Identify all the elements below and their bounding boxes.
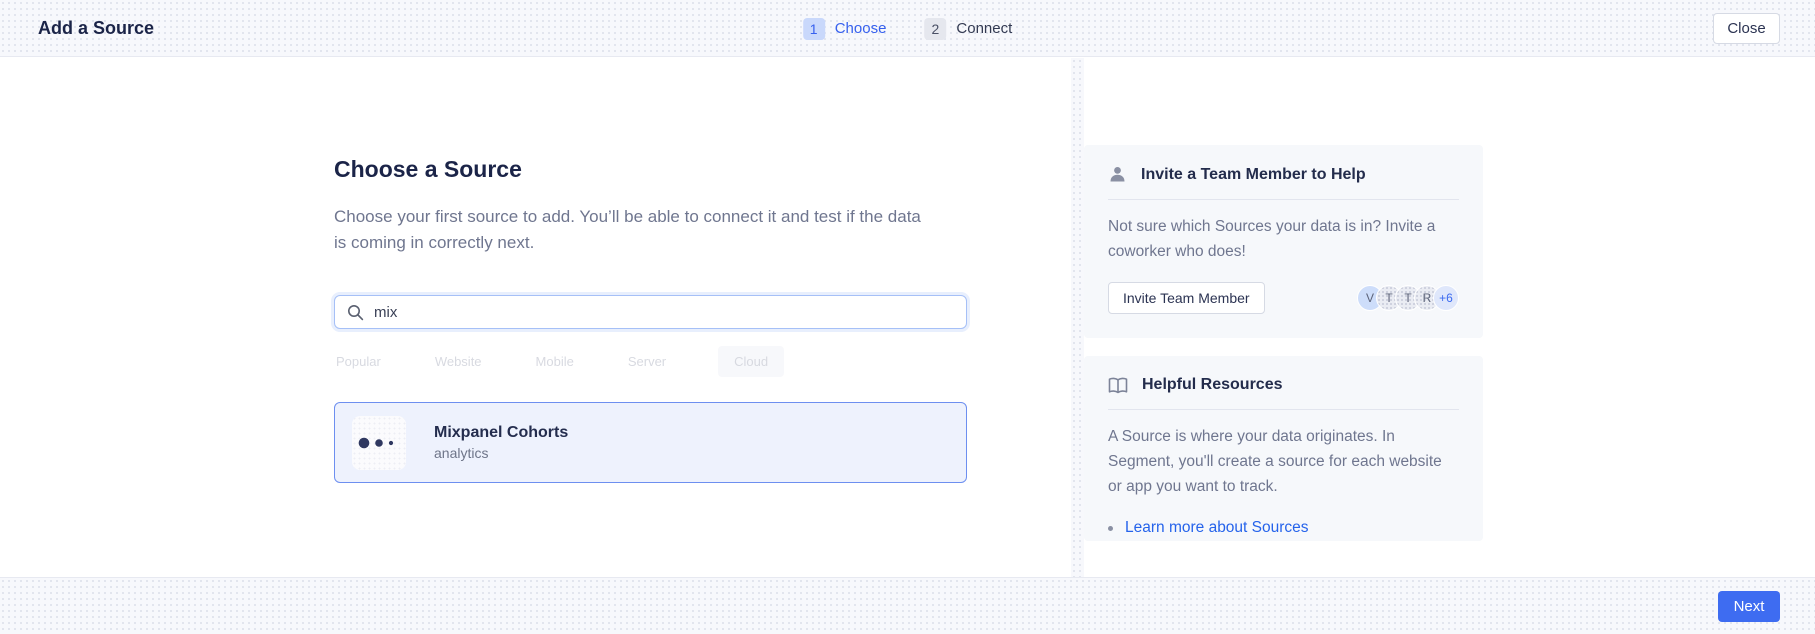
invite-card-body: Not sure which Sources your data is in? … [1108,215,1448,265]
tab-mobile[interactable]: Mobile [534,346,576,377]
header-bar: Add a Source 1 Choose 2 Connect Close [0,0,1815,57]
close-button[interactable]: Close [1713,13,1780,44]
tab-website[interactable]: Website [433,346,484,377]
source-search[interactable] [334,295,967,329]
main-content: Choose a Source Choose your first source… [0,58,1815,577]
result-text: Mixpanel Cohorts analytics [434,424,568,461]
tab-server[interactable]: Server [626,346,668,377]
learn-more-sources-link[interactable]: Learn more about Sources [1125,519,1309,537]
category-tabs: Popular Website Mobile Server Cloud [334,346,784,377]
step-connect[interactable]: 2 Connect [924,18,1012,40]
invite-card-title: Invite a Team Member to Help [1141,166,1366,184]
team-avatar-stack: V T T R +6 [1357,285,1459,311]
invite-team-member-button[interactable]: Invite Team Member [1108,282,1265,314]
section-description: Choose your first source to add. You’ll … [334,204,934,257]
invite-team-card: Invite a Team Member to Help Not sure wh… [1084,145,1483,338]
step-number-badge: 2 [924,18,946,40]
content-sidebar-divider [1071,58,1084,577]
invite-actions-row: Invite Team Member V T T R +6 [1108,282,1459,314]
page-title: Add a Source [38,0,154,57]
source-result-mixpanel-cohorts[interactable]: Mixpanel Cohorts analytics [334,402,967,483]
step-choose[interactable]: 1 Choose [803,18,887,40]
step-number-badge: 1 [803,18,825,40]
invite-card-header: Invite a Team Member to Help [1108,165,1459,184]
next-button[interactable]: Next [1718,591,1780,622]
tab-cloud[interactable]: Cloud [718,346,784,377]
step-label: Connect [956,20,1012,37]
helpful-resources-card: Helpful Resources A Source is where your… [1084,356,1483,541]
search-input[interactable] [374,304,954,321]
search-icon [347,304,364,321]
divider [1108,409,1459,410]
footer-bar: Next [0,577,1815,634]
open-book-icon [1108,377,1128,394]
resources-card-header: Helpful Resources [1108,376,1459,394]
step-label: Choose [835,20,887,37]
result-subtitle: analytics [434,445,568,461]
divider [1108,199,1459,200]
person-icon [1108,165,1127,184]
tab-popular[interactable]: Popular [334,346,383,377]
resources-card-body: A Source is where your data originates. … [1108,425,1448,499]
result-title: Mixpanel Cohorts [434,424,568,442]
resources-card-title: Helpful Resources [1142,376,1282,394]
avatar-overflow-badge: +6 [1433,285,1459,311]
mixpanel-logo-icon [352,416,406,470]
wizard-stepper: 1 Choose 2 Connect [803,0,1013,57]
section-heading: Choose a Source [334,156,522,183]
bullet-point [1108,526,1113,531]
resources-link-item: Learn more about Sources [1108,519,1459,537]
